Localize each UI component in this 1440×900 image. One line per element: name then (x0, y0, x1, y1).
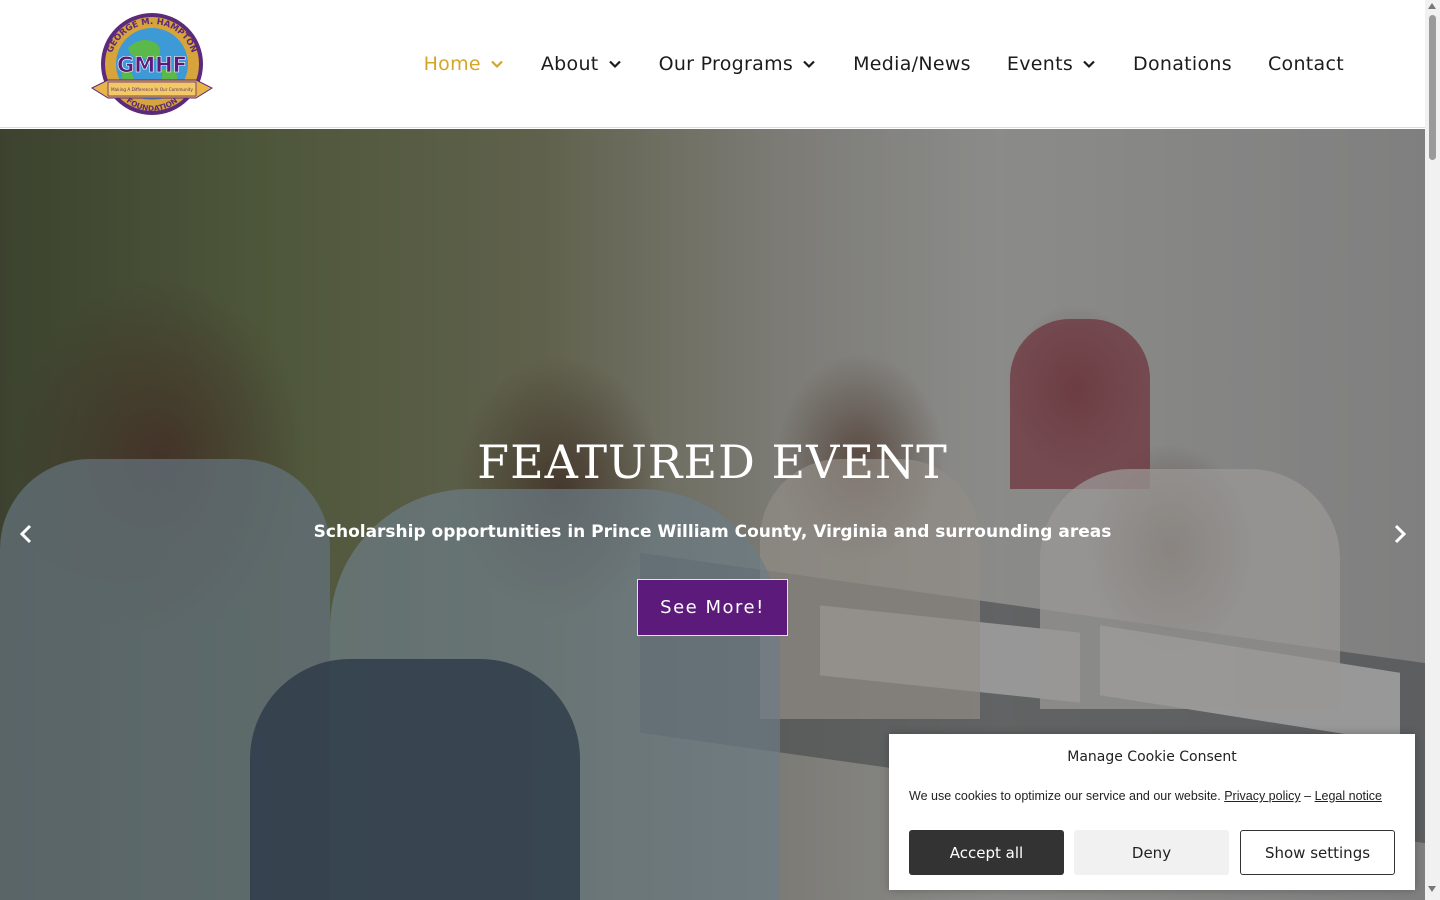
nav-about-label: About (540, 53, 599, 75)
chevron-right-icon (1394, 524, 1407, 544)
nav-our-programs-label: Our Programs (658, 53, 794, 75)
scrollbar-thumb[interactable] (1429, 15, 1436, 160)
logo-tagline: Making A Difference In Our Community (111, 87, 194, 92)
hero-subtitle: Scholarship opportunities in Prince Will… (313, 522, 1112, 542)
chevron-down-icon (608, 60, 621, 69)
nav-about[interactable]: About (541, 53, 623, 75)
nav-donations[interactable]: Donations (1133, 53, 1232, 75)
nav-our-programs[interactable]: Our Programs (659, 53, 818, 75)
show-settings-button[interactable]: Show settings (1240, 830, 1395, 875)
nav-donations-label: Donations (1133, 53, 1232, 75)
cookie-message: We use cookies to optimize our service a… (909, 789, 1221, 803)
nav-home-label: Home (423, 53, 481, 75)
nav-home[interactable]: Home (424, 53, 505, 75)
deny-button[interactable]: Deny (1074, 830, 1229, 875)
privacy-policy-link[interactable]: Privacy policy (1224, 789, 1300, 803)
nav-contact-label: Contact (1267, 53, 1344, 75)
chevron-down-icon (491, 60, 503, 69)
nav-events[interactable]: Events (1007, 53, 1097, 75)
see-more-button[interactable]: See More! (637, 579, 788, 636)
gmhf-logo[interactable]: GEORGE M. HAMPTON GMHF Making A Differen… (88, 10, 216, 118)
slider-prev-button[interactable] (14, 519, 38, 549)
legal-notice-link[interactable]: Legal notice (1315, 789, 1382, 803)
chevron-down-icon (803, 60, 815, 69)
main-nav: Home About Our Programs Media/News Event… (388, 44, 1344, 84)
slider-next-button[interactable] (1388, 519, 1412, 549)
hero-title: FEATURED EVENT (477, 435, 948, 489)
cookie-title: Manage Cookie Consent (1067, 749, 1237, 765)
cookie-separator: – (1304, 789, 1312, 803)
page-scrollbar[interactable] (1425, 0, 1440, 900)
scroll-up-arrow-icon[interactable] (1428, 3, 1436, 9)
page: GEORGE M. HAMPTON GMHF Making A Differen… (0, 0, 1440, 900)
scroll-down-arrow-icon[interactable] (1428, 886, 1436, 892)
logo-initials: GMHF (117, 53, 187, 77)
chevron-left-icon (19, 524, 32, 544)
site-header: GEORGE M. HAMPTON GMHF Making A Differen… (0, 0, 1425, 128)
chevron-down-icon (1083, 60, 1095, 69)
cookie-text: We use cookies to optimize our service a… (909, 789, 1399, 803)
nav-contact[interactable]: Contact (1268, 53, 1344, 75)
nav-events-label: Events (1006, 53, 1074, 75)
cookie-consent-banner: Manage Cookie Consent We use cookies to … (889, 734, 1415, 890)
nav-media-news[interactable]: Media/News (853, 53, 971, 75)
nav-media-news-label: Media/News (853, 53, 971, 75)
accept-all-button[interactable]: Accept all (909, 830, 1064, 875)
